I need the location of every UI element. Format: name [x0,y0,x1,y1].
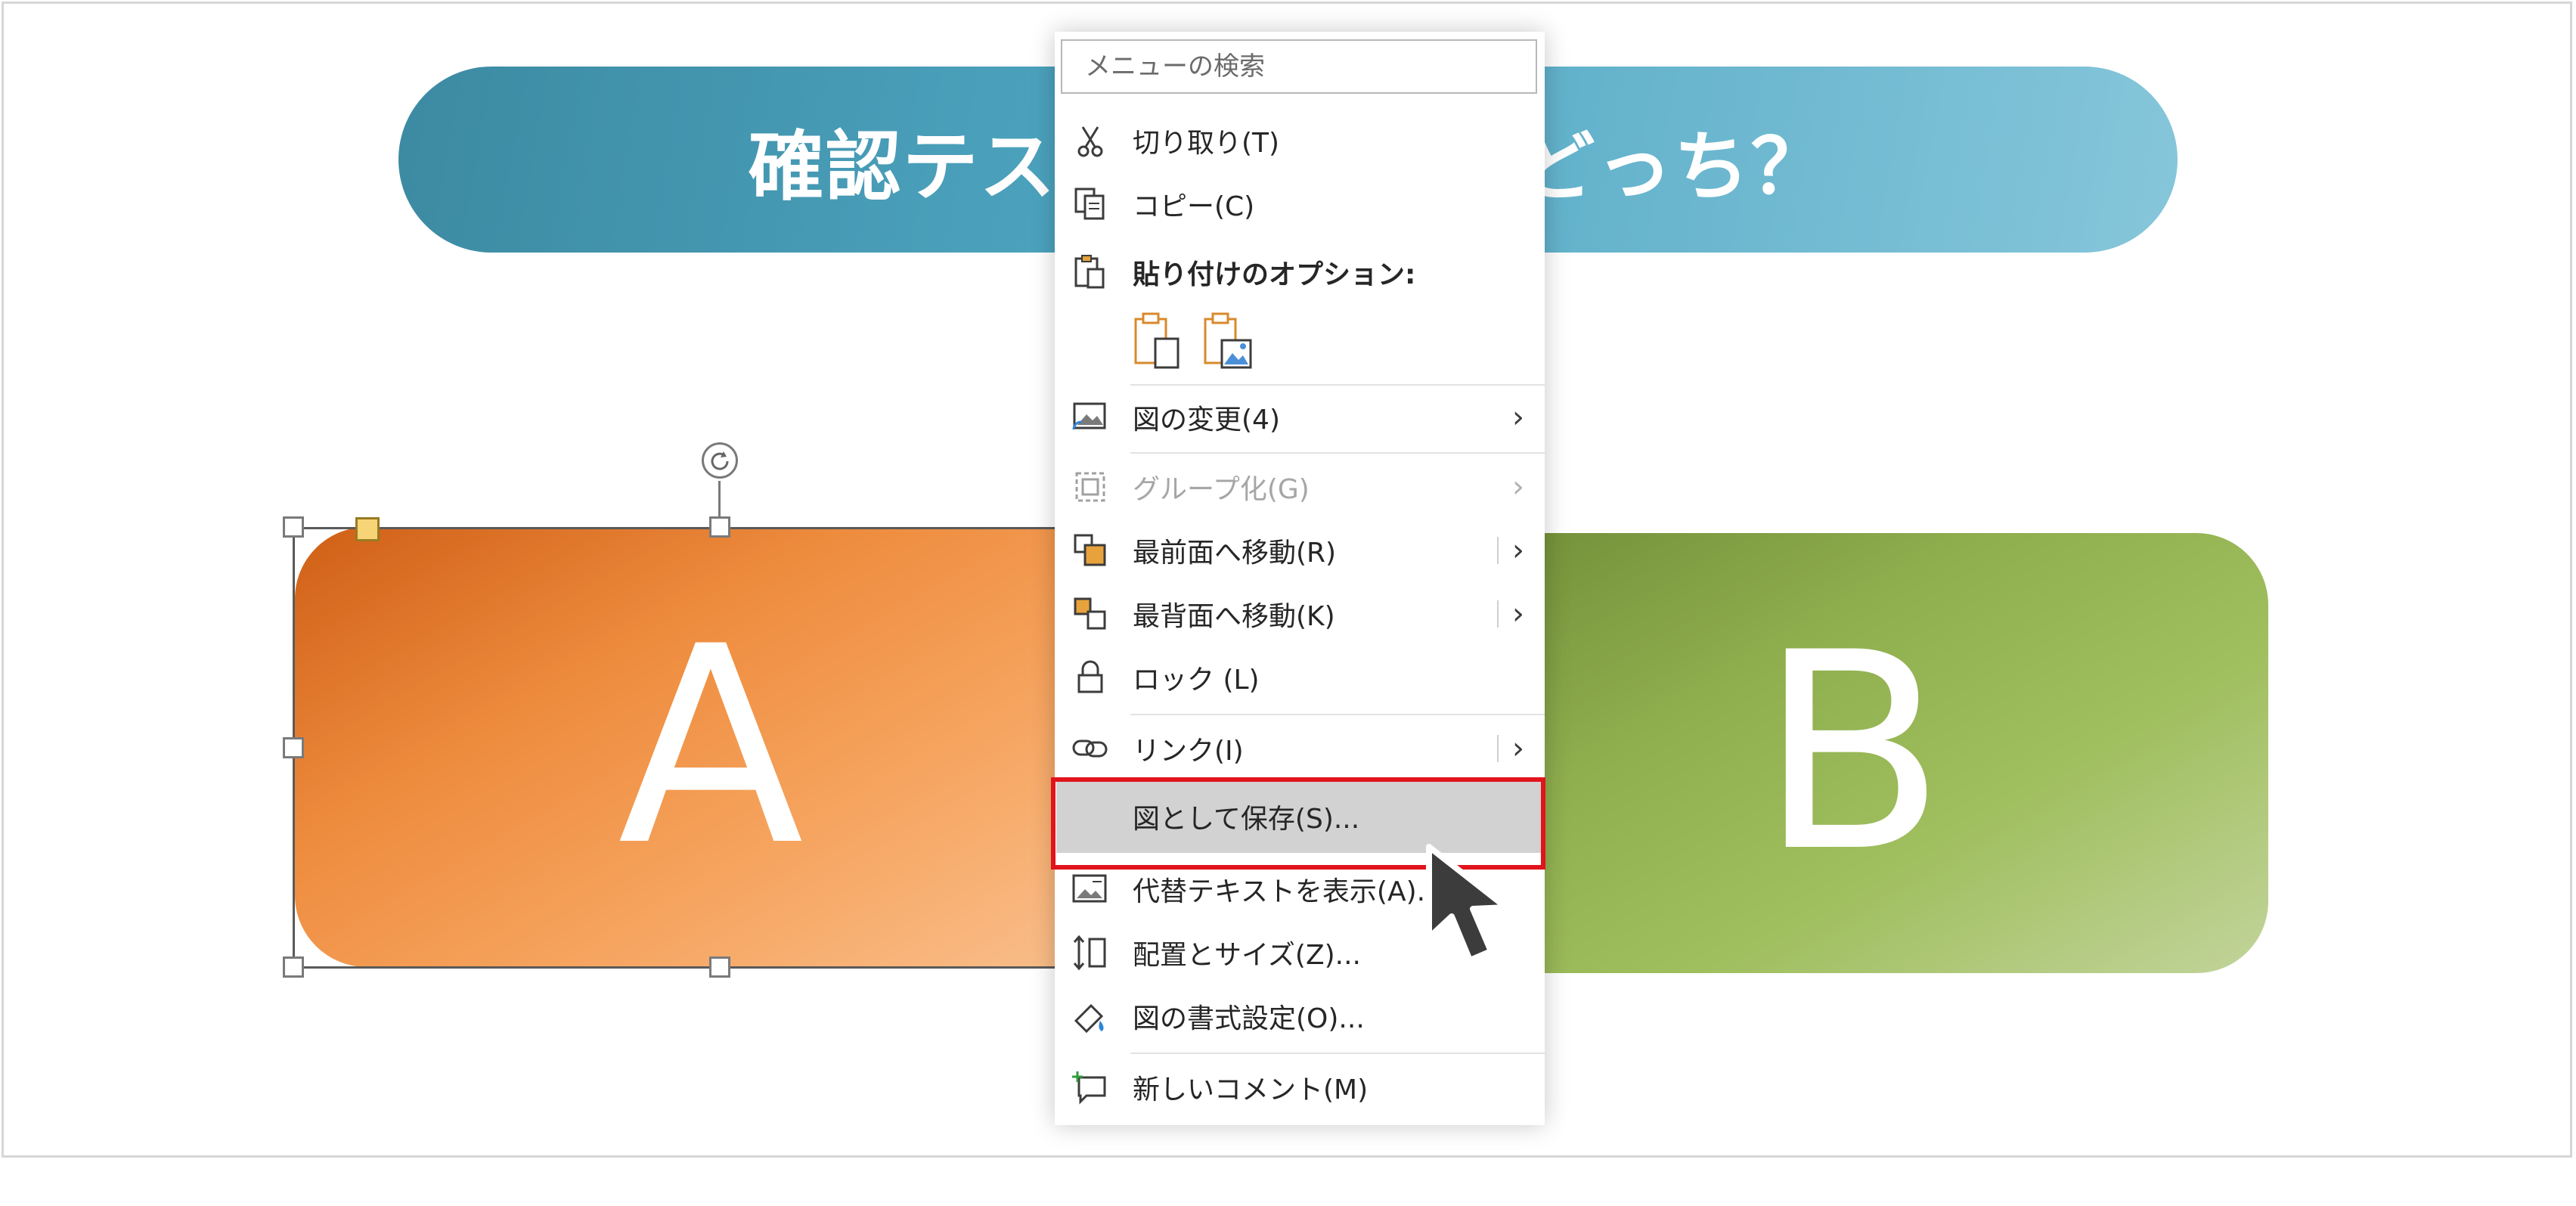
menu-item-label: ロック (L) [1133,665,1260,696]
menu-item-label: グループ化(G) [1133,474,1310,505]
lock-icon [1071,659,1109,696]
menu-separator [1130,1053,1545,1054]
answer-box-a[interactable]: A [295,527,1127,967]
menu-separator [1130,384,1545,386]
rotate-icon [711,451,729,470]
chevron-right-icon: › [1512,400,1524,435]
menu-item-label: 配置とサイズ(Z)... [1133,940,1362,971]
new-comment-icon [1071,1068,1109,1106]
resize-handle-bottom[interactable] [709,956,730,978]
submenu-divider [1497,600,1499,628]
answer-box-b[interactable]: B [1437,533,2268,973]
menu-item-new-comment[interactable]: 新しいコメント(M) [1055,1057,1545,1118]
link-icon [1071,730,1109,767]
resize-handle-top-left[interactable] [283,516,304,538]
chevron-right-icon: › [1512,597,1524,631]
paste-as-picture-icon[interactable] [1202,312,1255,375]
menu-separator [1130,714,1545,715]
menu-item-cut[interactable]: 切り取り(T) [1055,110,1545,171]
paste-options-group [1133,312,1269,380]
copy-icon [1071,185,1109,223]
resize-handle-top[interactable] [709,516,730,538]
send-to-back-icon [1071,595,1109,633]
menu-item-label: 貼り付けのオプション: [1133,259,1416,290]
bring-to-front-icon [1071,532,1109,569]
chevron-right-icon: › [1512,533,1524,568]
menu-item-lock[interactable]: ロック (L) [1055,647,1545,708]
menu-item-link[interactable]: リンク(I) › [1055,718,1545,779]
answer-letter-b: B [1759,594,1946,911]
size-position-icon [1071,934,1109,972]
paste-icon [1071,253,1109,291]
chevron-right-icon: › [1512,470,1524,504]
menu-item-copy[interactable]: コピー(C) [1055,174,1545,234]
mouse-pointer-icon [1426,844,1509,963]
menu-search-input[interactable]: メニューの検索 [1061,39,1537,94]
resize-handle-bottom-left[interactable] [283,956,304,978]
adjust-handle[interactable] [355,517,380,541]
rotate-handle[interactable] [702,442,738,479]
menu-item-bring-to-front[interactable]: 最前面へ移動(R) › [1055,520,1545,581]
alt-text-icon [1071,870,1109,908]
menu-item-send-to-back[interactable]: 最背面へ移動(K) › [1055,584,1545,644]
answer-letter-a: A [617,588,804,905]
group-icon [1071,468,1109,506]
menu-item-label: 新しいコメント(M) [1133,1074,1369,1105]
menu-item-label: 図の変更(4) [1133,405,1280,436]
menu-item-label: 最前面へ移動(R) [1133,538,1337,569]
menu-item-label: 図の書式設定(O)... [1133,1003,1365,1034]
menu-item-format-picture[interactable]: 図の書式設定(O)... [1055,986,1545,1046]
menu-item-label: 切り取り(T) [1133,128,1280,159]
resize-handle-left[interactable] [283,737,304,758]
menu-item-label: 代替テキストを表示(A)... [1133,876,1443,907]
menu-separator [1130,452,1545,454]
menu-item-label: リンク(I) [1133,736,1244,767]
menu-item-change-picture[interactable]: 図の変更(4) › [1055,387,1545,448]
menu-item-group: グループ化(G) › [1055,457,1545,517]
change-picture-icon [1071,398,1109,436]
menu-item-paste-options: 貼り付けのオプション: [1055,242,1545,302]
scissors-icon [1071,122,1109,160]
format-picture-icon [1071,997,1109,1035]
chevron-right-icon: › [1512,731,1524,766]
menu-item-label: 最背面へ移動(K) [1133,601,1335,632]
submenu-divider [1497,735,1499,762]
submenu-divider [1497,537,1499,564]
paste-keep-format-icon[interactable] [1133,312,1186,375]
menu-item-label: コピー(C) [1133,191,1255,222]
